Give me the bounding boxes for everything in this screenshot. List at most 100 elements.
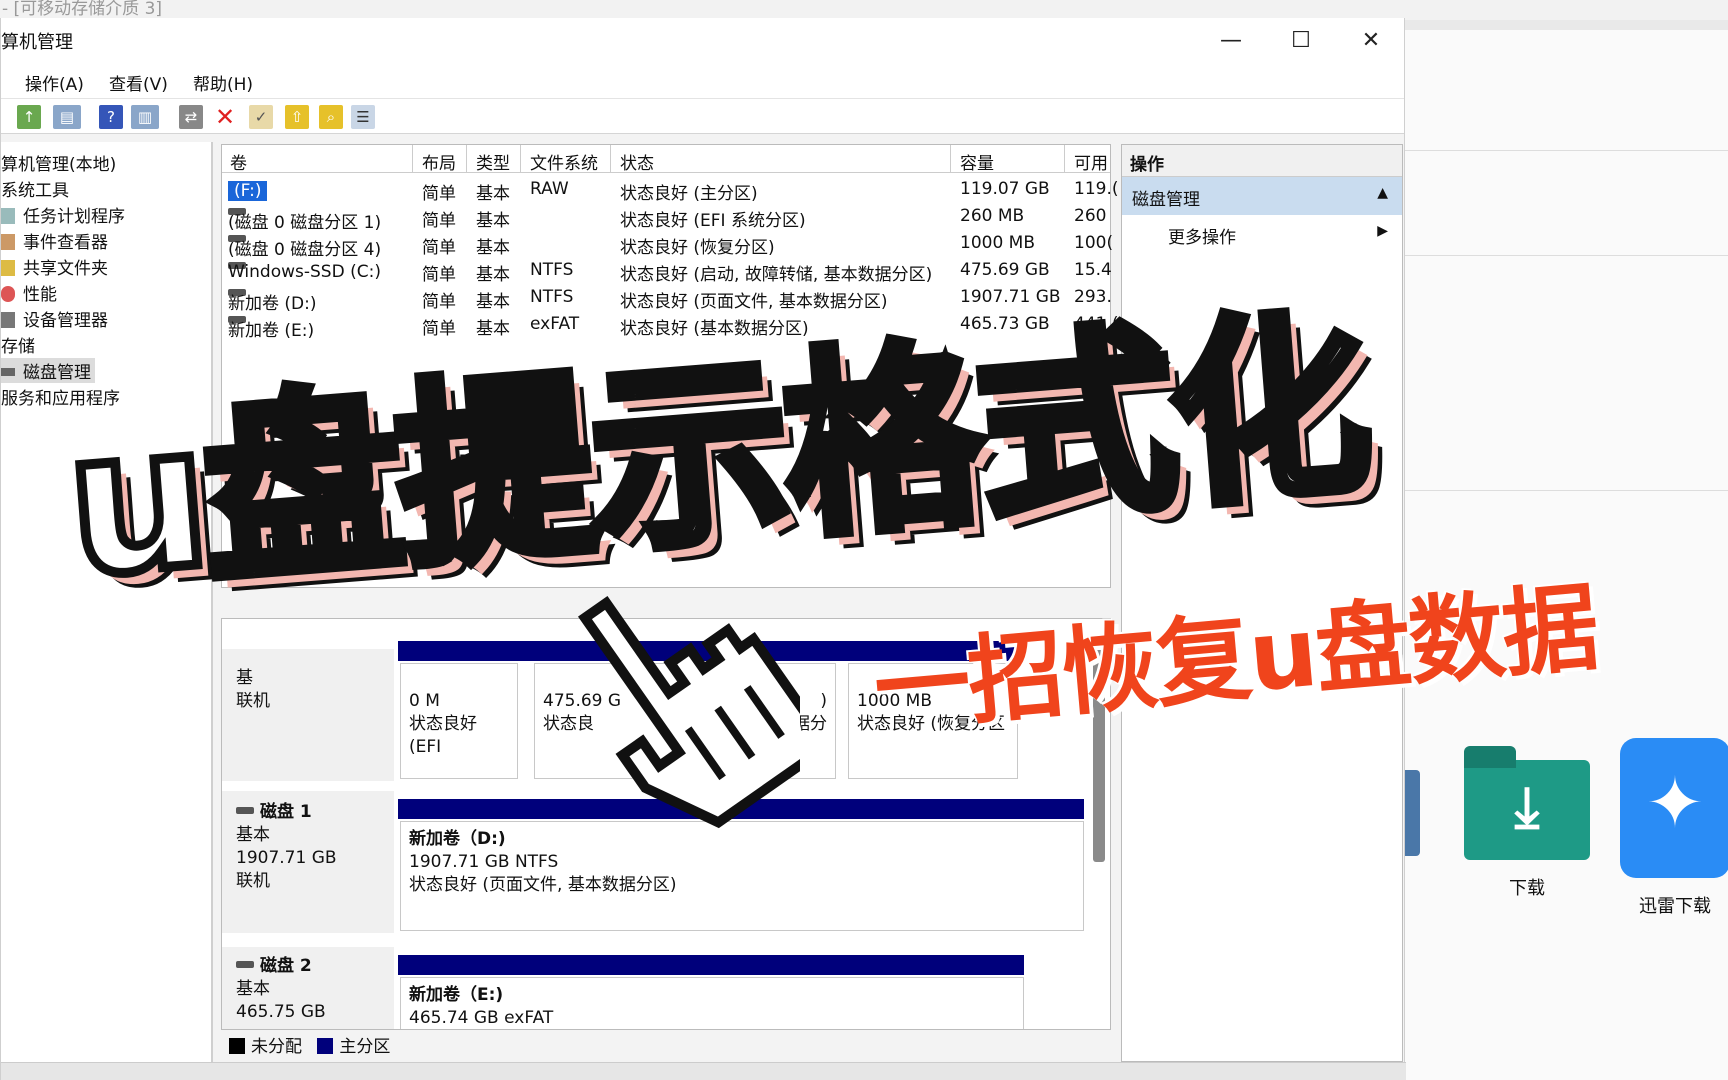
table-row[interactable]: Windows-SSD (C:) 简单 基本 NTFS 状态良好 (启动, 故障… (222, 258, 1112, 285)
partition-c[interactable]: 475.69 G 状态良 (534, 663, 694, 779)
disk-1-label[interactable]: 磁盘 1 基本 1907.71 GB 联机 (222, 791, 394, 933)
col-free[interactable]: 可用 (1074, 149, 1108, 174)
table-row[interactable]: 新加卷 (E:) 简单 基本 exFAT 状态良好 (基本数据分区) 465.7… (222, 312, 1118, 341)
export-icon[interactable]: ⇧ (285, 105, 309, 129)
volume-free: 293. (1074, 287, 1112, 307)
actions-header: 操作 (1122, 145, 1402, 177)
tree-item-device-manager[interactable]: 设备管理器 (1, 306, 108, 331)
menu-action[interactable]: 操作(A) (25, 70, 84, 95)
menu-bar: 操作(A) 查看(V) 帮助(H) (1, 64, 1404, 98)
volume-free: 441.( (1074, 314, 1119, 334)
tree-item-services-apps[interactable]: 服务和应用程序 (1, 384, 120, 409)
volume-list-header: 卷 布局 类型 文件系统 状态 容量 可用 (222, 145, 1110, 174)
up-folder-icon[interactable]: ↑ (17, 105, 41, 129)
col-layout[interactable]: 布局 (422, 149, 456, 174)
device-manager-icon (1, 312, 15, 328)
disk-size: 1907.71 GB (236, 848, 337, 868)
background-window-title: - [可移动存储介质 3] (0, 0, 1728, 20)
column-divider[interactable] (412, 145, 413, 173)
desktop-icon-label: 下载 (1509, 878, 1545, 899)
check-icon[interactable]: ✓ (249, 105, 273, 129)
table-row[interactable]: (磁盘 0 磁盘分区 4) 简单 基本 状态良好 (恢复分区) 1000 MB … (222, 231, 1113, 260)
disk-0-label[interactable]: 基 联机 (222, 649, 394, 781)
volume-status: 状态良好 (页面文件, 基本数据分区) (620, 292, 888, 312)
col-filesystem[interactable]: 文件系统 (530, 149, 598, 174)
partition-label: ) (820, 691, 827, 711)
search-icon[interactable]: ⌕ (319, 105, 343, 129)
more-actions-item[interactable]: 更多操作 ▶ (1122, 215, 1402, 256)
partition-efi[interactable]: 0 M 状态良好 (EFI (400, 663, 518, 779)
close-button[interactable]: ✕ (1351, 24, 1391, 58)
volume-layout: 简单 (422, 319, 456, 339)
volume-status: 状态良好 (EFI 系统分区) (620, 211, 806, 231)
table-row[interactable]: (F:) 简单 基本 RAW 状态良好 (主分区) 119.07 GB 119.… (222, 177, 1118, 204)
properties-icon[interactable]: ☰ (351, 105, 375, 129)
tree-item-task-scheduler[interactable]: 任务计划程序 (1, 202, 125, 227)
collapse-up-icon[interactable]: ▲ (1377, 185, 1388, 201)
desktop-icon-label: 迅雷下载 (1639, 896, 1711, 917)
column-divider[interactable] (466, 145, 467, 173)
desktop-icon-thunder[interactable]: ✦ 迅雷下载 (1620, 738, 1728, 918)
menu-help[interactable]: 帮助(H) (193, 70, 253, 95)
unallocated-swatch (229, 1038, 245, 1054)
show-hide-action-icon[interactable]: ▥ (131, 105, 159, 129)
legend: 未分配 主分区 (229, 1032, 390, 1057)
clock-icon (1, 208, 15, 224)
disk-state: 联机 (236, 691, 270, 711)
tree-item-disk-management[interactable]: 磁盘管理 (1, 358, 95, 383)
more-actions-label: 更多操作 (1168, 228, 1236, 248)
tree-item-system-tools[interactable]: 系统工具 (1, 176, 69, 201)
partition-bar (398, 799, 1084, 819)
delete-icon[interactable]: ✕ (213, 105, 237, 129)
col-volume[interactable]: 卷 (230, 149, 247, 174)
tree-label: 共享文件夹 (23, 259, 108, 279)
maximize-button[interactable]: ☐ (1281, 24, 1321, 58)
tree-label: 任务计划程序 (23, 207, 125, 227)
volume-fs: NTFS (530, 287, 574, 307)
volume-fs: exFAT (530, 314, 580, 334)
column-divider[interactable] (1064, 145, 1065, 173)
tree-item-shared-folders[interactable]: 共享文件夹 (1, 254, 108, 279)
chevron-right-icon: ▶ (1377, 223, 1388, 239)
partition-e[interactable]: 新加卷（E:) 465.74 GB exFAT (400, 977, 1024, 1029)
show-hide-tree-icon[interactable]: ▤ (53, 105, 81, 129)
primary-swatch (317, 1038, 334, 1054)
connect-icon[interactable]: ⇄ (179, 105, 203, 129)
vertical-scrollbar[interactable] (1093, 650, 1105, 862)
help-icon[interactable]: ? (99, 105, 123, 129)
disk-graphical-view: 基 联机 0 M 状态良好 (EFI 475.69 G 状态良 ) 本数据分 1… (221, 618, 1111, 1030)
col-capacity[interactable]: 容量 (960, 149, 994, 174)
volume-capacity: 1000 MB (960, 233, 1035, 253)
divider (1400, 490, 1728, 491)
menu-view[interactable]: 查看(V) (109, 70, 168, 95)
partition-size: 1000 MB (857, 691, 932, 711)
volume-type: 基本 (476, 211, 510, 231)
tree-item-performance[interactable]: 性能 (1, 280, 57, 305)
partition-size: 0 M (409, 691, 440, 711)
partition-status: 状态良好 (EFI (409, 714, 477, 757)
col-type[interactable]: 类型 (476, 149, 510, 174)
desktop-icon-download[interactable]: ⤓ 下载 (1462, 746, 1592, 900)
volume-layout: 简单 (422, 238, 456, 258)
tree-label: 磁盘管理 (23, 363, 91, 383)
partition-status: 本数据分 (759, 714, 827, 734)
tree-item-event-viewer[interactable]: 事件查看器 (1, 228, 108, 253)
partition-recovery[interactable]: 1000 MB 状态良好 (恢复分区 (848, 663, 1018, 779)
partition-d[interactable]: 新加卷（D:) 1907.71 GB NTFS 状态良好 (页面文件, 基本数据… (400, 821, 1084, 931)
partition-c-detail[interactable]: ) 本数据分 (696, 663, 836, 779)
disk-type: 基本 (236, 979, 270, 999)
disk-2-label[interactable]: 磁盘 2 基本 465.75 GB (222, 947, 394, 1029)
tree-item-storage[interactable]: 存储 (1, 332, 35, 357)
column-divider[interactable] (950, 145, 951, 173)
col-status[interactable]: 状态 (620, 149, 654, 174)
tree-item-root[interactable]: 算机管理(本地) (1, 150, 116, 175)
partition-size: 475.69 G (543, 691, 622, 711)
volume-free: 15.4 (1074, 260, 1112, 280)
table-row[interactable]: 新加卷 (D:) 简单 基本 NTFS 状态良好 (页面文件, 基本数据分区) … (222, 285, 1112, 314)
drive-icon (236, 961, 254, 968)
actions-section-disk-management[interactable]: 磁盘管理 ▲ (1122, 177, 1402, 215)
minimize-button[interactable]: — (1211, 24, 1251, 58)
column-divider[interactable] (610, 145, 611, 173)
column-divider[interactable] (520, 145, 521, 173)
table-row[interactable]: (磁盘 0 磁盘分区 1) 简单 基本 状态良好 (EFI 系统分区) 260 … (222, 204, 1110, 233)
